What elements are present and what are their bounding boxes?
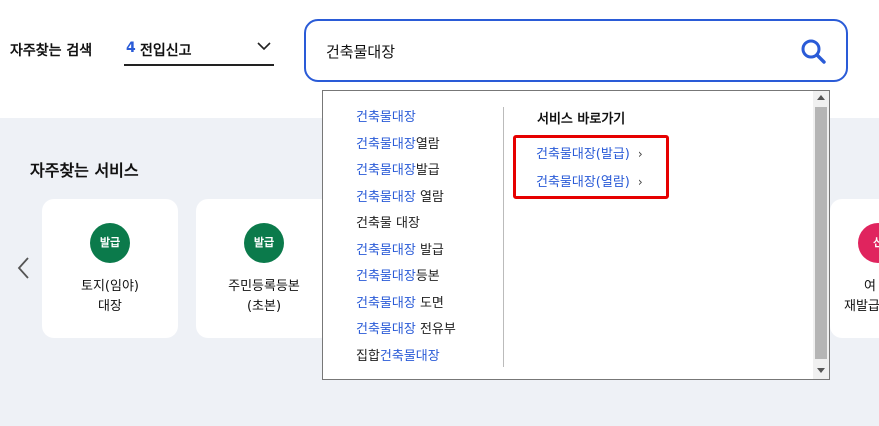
service-card-resident-register[interactable]: 발급 주민등록등본 (초본) [196,199,332,338]
issue-badge: 발급 [90,223,130,263]
suggestion-item[interactable]: 건축물대장등본 [356,267,456,294]
shortcut-link-issue[interactable]: 건축물대장(발급) › [536,143,643,162]
select-rank: 4 [126,40,136,56]
frequent-search-select[interactable]: 4 전입신고 [124,36,274,66]
select-value: 전입신고 [140,43,192,59]
chevron-right-icon: › [637,147,643,161]
suggestion-item[interactable]: 건축물대장열람 [356,135,456,162]
scrollbar-thumb[interactable] [815,107,827,359]
scroll-down-icon[interactable] [817,368,825,373]
scroll-up-icon[interactable] [817,95,825,100]
suggestion-item[interactable]: 건축물 대장 [356,214,456,241]
suggestion-item[interactable]: 건축물대장 발급 [356,241,456,268]
issue-badge: 발급 [244,223,284,263]
chevron-right-icon: › [637,175,643,189]
scrollbar[interactable] [813,91,829,379]
suggestion-item[interactable]: 건축물대장 [356,108,456,135]
service-card-partial[interactable]: 신 여 재발급 온 [830,199,879,338]
apply-badge: 신 [858,223,879,263]
suggestion-item[interactable]: 건축물대장 전유부 [356,320,456,347]
chevron-left-icon[interactable] [16,256,32,280]
suggestion-item[interactable]: 건축물대장 도면 [356,294,456,321]
search-input[interactable] [326,39,766,63]
search-icon[interactable] [800,38,826,64]
service-card-label: 토지(임야) 대장 [81,279,139,314]
service-card-land-register[interactable]: 발급 토지(임야) 대장 [42,199,178,338]
service-card-label: 주민등록등본 (초본) [228,279,300,314]
shortcut-link-view[interactable]: 건축물대장(열람) › [536,171,643,190]
search-suggestions-dropdown: 건축물대장 건축물대장열람 건축물대장발급 건축물대장 열람 건축물 대장 건축… [322,90,830,380]
suggestion-item[interactable]: 건축물대장발급 [356,161,456,188]
divider [503,107,504,367]
suggestion-item[interactable]: 집합건축물대장 [356,347,456,374]
suggestion-list: 건축물대장 건축물대장열람 건축물대장발급 건축물대장 열람 건축물 대장 건축… [356,108,456,373]
frequent-search-label: 자주찾는 검색 [10,43,93,59]
chevron-down-icon [257,42,271,51]
service-shortcut-title: 서비스 바로가기 [537,112,626,127]
suggestion-item[interactable]: 건축물대장 열람 [356,188,456,215]
search-box [304,19,848,82]
services-title: 자주찾는 서비스 [30,161,139,180]
